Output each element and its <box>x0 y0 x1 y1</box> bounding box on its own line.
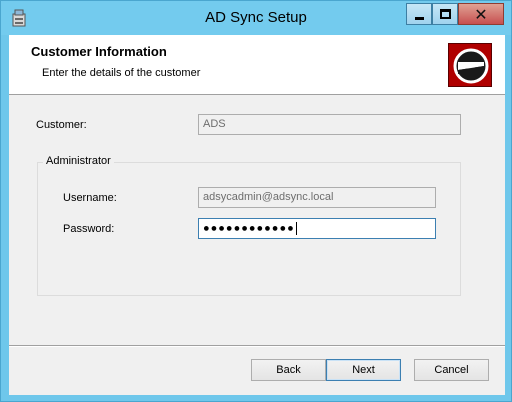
back-button[interactable]: Back <box>251 359 326 381</box>
installer-window: AD Sync Setup ✕ Customer Information Ent… <box>0 0 512 402</box>
username-field[interactable]: adsycadmin@adsync.local <box>198 187 436 208</box>
minimize-button[interactable] <box>406 3 432 25</box>
page-description: Enter the details of the customer <box>42 67 201 79</box>
next-button[interactable]: Next <box>326 359 401 381</box>
close-button[interactable]: ✕ <box>458 3 504 25</box>
dialog-client-area: Customer Information Enter the details o… <box>9 35 505 395</box>
maximize-button[interactable] <box>432 3 458 25</box>
password-field[interactable]: ●●●●●●●●●●●● <box>198 218 436 239</box>
administrator-group-title: Administrator <box>43 155 114 167</box>
password-label: Password: <box>63 223 115 235</box>
maximize-icon <box>440 9 451 19</box>
disc-logo-icon <box>448 43 492 87</box>
cancel-button[interactable]: Cancel <box>414 359 489 381</box>
footer-separator <box>9 345 505 347</box>
page-title: Customer Information <box>31 44 167 59</box>
text-caret <box>295 222 297 235</box>
close-icon: ✕ <box>474 5 488 24</box>
password-mask: ●●●●●●●●●●●● <box>203 222 295 235</box>
minimize-icon <box>415 17 424 20</box>
customer-field[interactable]: ADS <box>198 114 461 135</box>
username-label: Username: <box>63 192 117 204</box>
customer-label: Customer: <box>36 119 87 131</box>
header-banner: Customer Information Enter the details o… <box>9 35 505 95</box>
title-bar[interactable]: AD Sync Setup ✕ <box>1 1 511 35</box>
